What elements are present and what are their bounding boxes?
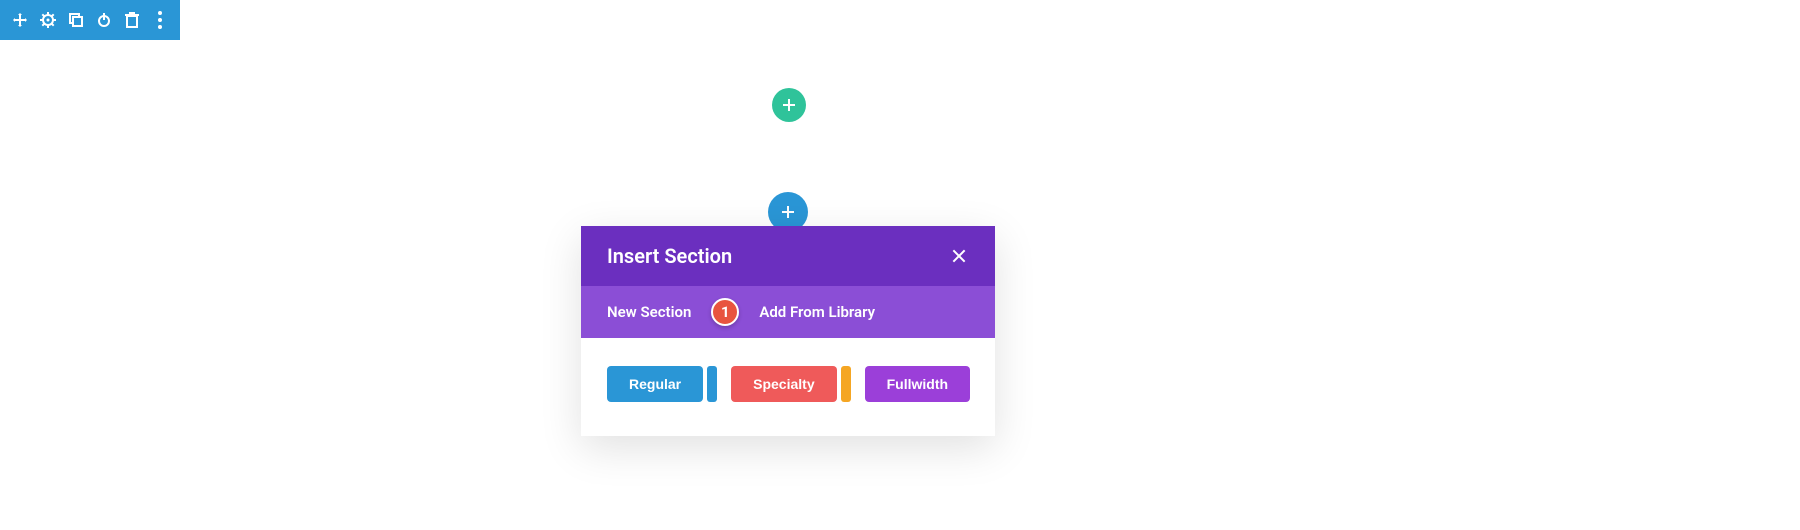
- more-icon[interactable]: [146, 0, 174, 40]
- tab-add-from-library[interactable]: Add From Library: [759, 303, 875, 321]
- trash-icon[interactable]: [118, 0, 146, 40]
- regular-group: Regular: [607, 366, 717, 402]
- specialty-group: Specialty: [731, 366, 850, 402]
- close-icon[interactable]: [949, 246, 969, 266]
- power-icon[interactable]: [90, 0, 118, 40]
- modal-body: Regular Specialty Fullwidth: [581, 338, 995, 436]
- regular-button[interactable]: Regular: [607, 366, 703, 402]
- gear-icon[interactable]: [34, 0, 62, 40]
- modal-title: Insert Section: [607, 244, 732, 268]
- tab-new-section[interactable]: New Section: [607, 303, 691, 321]
- fullwidth-button[interactable]: Fullwidth: [865, 366, 970, 402]
- step-badge: 1: [711, 298, 739, 326]
- specialty-stripe: [841, 366, 851, 402]
- insert-section-modal: Insert Section New Section 1 Add From Li…: [581, 226, 995, 436]
- specialty-button[interactable]: Specialty: [731, 366, 836, 402]
- modal-tabs: New Section 1 Add From Library: [581, 286, 995, 338]
- duplicate-icon[interactable]: [62, 0, 90, 40]
- section-toolbar: [0, 0, 180, 40]
- fullwidth-group: Fullwidth: [865, 366, 970, 402]
- add-row-button[interactable]: [772, 88, 806, 122]
- modal-header: Insert Section: [581, 226, 995, 286]
- regular-stripe: [707, 366, 717, 402]
- move-icon[interactable]: [6, 0, 34, 40]
